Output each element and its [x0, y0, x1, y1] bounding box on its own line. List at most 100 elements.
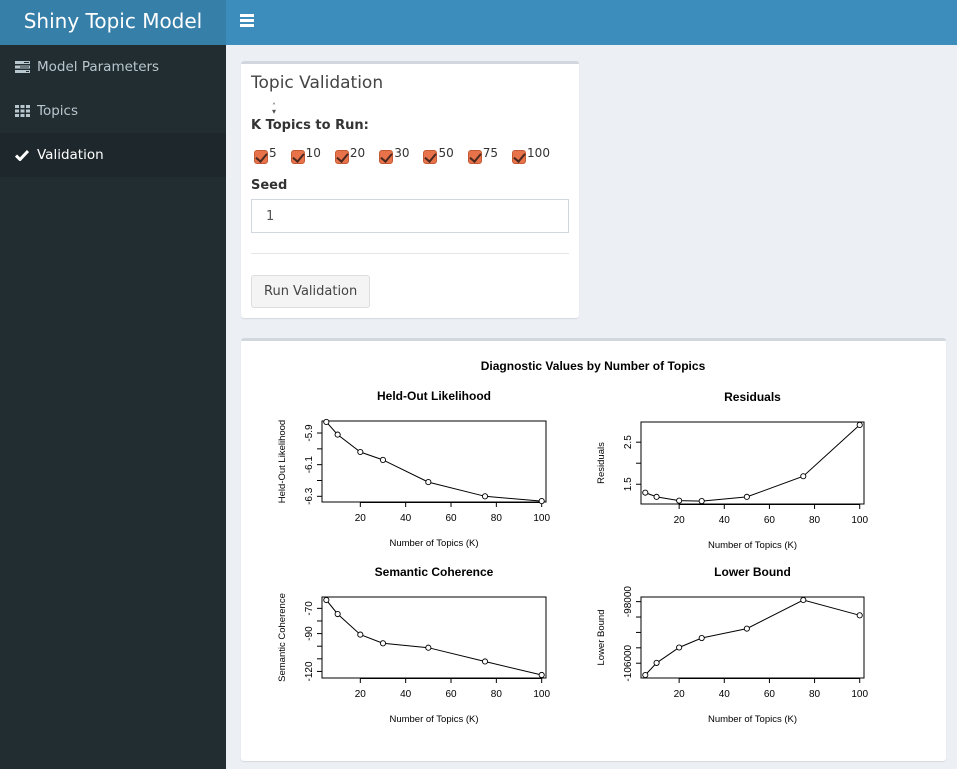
- data-point: [481, 658, 489, 665]
- y-tick-label: -70: [304, 601, 315, 616]
- diagnostics-plot-box: Diagnostic Values by Number of Topics He…: [241, 338, 946, 761]
- topic-validation-box: Topic Validation ˄ ▾ K Topics to Run: 5 1…: [241, 61, 579, 318]
- checkbox-label: 10: [305, 146, 321, 160]
- data-point: [743, 625, 750, 632]
- y-axis-label: Lower Bound: [596, 610, 607, 666]
- y-tick-label: -90: [304, 626, 315, 641]
- y-tick-label: -120: [304, 661, 315, 681]
- sidebar-item-model-parameters[interactable]: Model Parameters: [0, 45, 226, 89]
- plot-panel-1: Held-Out Likelihood 20 40 60 80 100 -5.9 -6.1 -6…: [277, 389, 550, 549]
- checkbox-checked-icon[interactable]: [379, 150, 394, 164]
- x-tick-label: 40: [719, 515, 731, 526]
- y-tick-label: -5.9: [304, 424, 315, 442]
- x-tick-label: 100: [851, 515, 868, 526]
- sidebar-item-label: Topics: [37, 103, 78, 119]
- divider: [251, 253, 569, 254]
- x-tick-label: 80: [809, 515, 821, 526]
- y-tick-label: 2.5: [623, 435, 634, 449]
- k-checkbox-30[interactable]: 30: [379, 146, 409, 164]
- y-axis-label: Semantic Coherence: [277, 593, 288, 682]
- x-axis-label: Number of Topics (K): [389, 538, 478, 549]
- x-axis-label: Number of Topics (K): [389, 714, 478, 725]
- data-point: [357, 448, 364, 456]
- data-point: [653, 659, 660, 666]
- y-tick-label: -98000: [623, 586, 634, 618]
- y-tick-label: -106000: [623, 644, 634, 681]
- data-point: [323, 418, 330, 425]
- check-icon: [14, 149, 30, 161]
- plot-frame: [321, 420, 547, 503]
- x-tick-label: 100: [533, 513, 550, 524]
- checkbox-checked-icon[interactable]: [467, 150, 482, 164]
- checkbox-label: 30: [394, 146, 410, 160]
- k-checkbox-10[interactable]: 10: [290, 146, 321, 164]
- data-point: [379, 640, 387, 647]
- plot-title: Lower Bound: [714, 565, 791, 579]
- k-checkbox-75[interactable]: 75: [467, 146, 498, 164]
- data-point: [676, 644, 683, 651]
- k-checkbox-100[interactable]: 100: [512, 146, 550, 164]
- x-tick-label: 60: [764, 515, 776, 526]
- checkbox-checked-icon[interactable]: [512, 150, 527, 164]
- box-title: Topic Validation: [251, 73, 384, 93]
- diagnostics-plot: Diagnostic Values by Number of Topics He…: [277, 359, 868, 725]
- x-tick-label: 80: [809, 689, 821, 700]
- x-tick-label: 20: [355, 689, 367, 700]
- checkbox-label: 100: [527, 146, 550, 160]
- checkbox-label: 5: [269, 146, 277, 160]
- data-point: [425, 644, 432, 651]
- y-tick-label: -6.1: [304, 456, 315, 474]
- x-tick-label: 40: [719, 689, 731, 700]
- x-tick-label: 20: [674, 689, 686, 700]
- sidebar-item-label: Validation: [37, 147, 104, 163]
- data-point: [334, 610, 341, 618]
- plot-title: Held-Out Likelihood: [377, 389, 491, 403]
- hamburger-icon-bar: [240, 24, 254, 27]
- data-point: [538, 671, 545, 679]
- sidebar-item-topics[interactable]: Topics: [0, 89, 226, 133]
- sidebar-item-validation[interactable]: Validation: [0, 133, 226, 177]
- seed-input[interactable]: [251, 199, 569, 233]
- k-checkbox-20[interactable]: 20: [334, 146, 365, 164]
- data-point: [743, 493, 750, 500]
- data-point: [334, 431, 341, 438]
- app-logo[interactable]: Shiny Topic Model: [0, 0, 226, 45]
- data-point: [698, 634, 705, 642]
- seed-label: Seed: [251, 178, 288, 193]
- plot-frame: [321, 596, 547, 679]
- k-checkbox-5[interactable]: 5: [254, 146, 277, 164]
- data-point: [856, 421, 863, 428]
- sidebar-toggle-button[interactable]: [240, 14, 254, 28]
- checkbox-checked-icon[interactable]: [290, 150, 305, 164]
- hamburger-icon: [240, 14, 254, 17]
- plot-super-title: Diagnostic Values by Number of Topics: [481, 359, 706, 373]
- series-line: [325, 599, 542, 676]
- x-tick-label: 40: [400, 689, 412, 700]
- y-axis-label: Residuals: [596, 442, 607, 484]
- plot-title: Residuals: [724, 390, 781, 404]
- plot-panel-3: Semantic Coherence 20 40 60 80 100 -70 -90 -120 N…: [277, 565, 550, 725]
- checkbox-checked-icon[interactable]: [423, 150, 438, 164]
- checkbox-checked-icon[interactable]: [334, 150, 349, 164]
- y-tick-label: 1.5: [623, 477, 634, 491]
- data-point: [698, 498, 705, 505]
- data-point: [856, 612, 863, 619]
- data-point: [642, 489, 649, 496]
- sidebar: Model Parameters Topics Validation: [0, 45, 226, 769]
- x-tick-label: 20: [355, 513, 367, 524]
- sidebar-item-label: Model Parameters: [37, 59, 160, 75]
- run-validation-button[interactable]: Run Validation: [251, 275, 371, 308]
- checkbox-checked-icon[interactable]: [254, 150, 268, 164]
- top-navbar: [226, 0, 957, 45]
- data-point: [642, 671, 649, 679]
- k-checkbox-50[interactable]: 50: [423, 146, 454, 164]
- series-line: [645, 424, 861, 502]
- x-tick-label: 100: [533, 689, 550, 700]
- x-tick-label: 60: [445, 513, 457, 524]
- x-axis-label: Number of Topics (K): [708, 540, 797, 551]
- x-tick-label: 40: [400, 513, 412, 524]
- tasks-icon: [14, 61, 30, 73]
- data-point: [357, 631, 364, 638]
- data-point: [653, 493, 660, 500]
- plot-panel-2: Residuals 20 40 60 80 100 1.5 2.5 Number of Topi…: [596, 390, 868, 551]
